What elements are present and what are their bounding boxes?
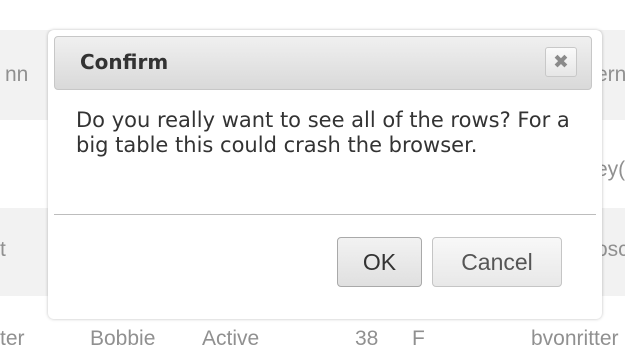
ok-button[interactable]: OK: [337, 237, 422, 287]
dialog-title: Confirm: [80, 50, 169, 74]
divider: [54, 214, 596, 215]
close-icon: ✖: [553, 51, 569, 73]
dialog-titlebar: Confirm ✖: [54, 36, 592, 90]
confirm-dialog: Confirm ✖ Do you really want to see all …: [48, 30, 602, 319]
dialog-message: Do you really want to see all of the row…: [76, 108, 570, 157]
cancel-button[interactable]: Cancel: [432, 237, 562, 287]
close-button[interactable]: ✖: [545, 47, 577, 77]
